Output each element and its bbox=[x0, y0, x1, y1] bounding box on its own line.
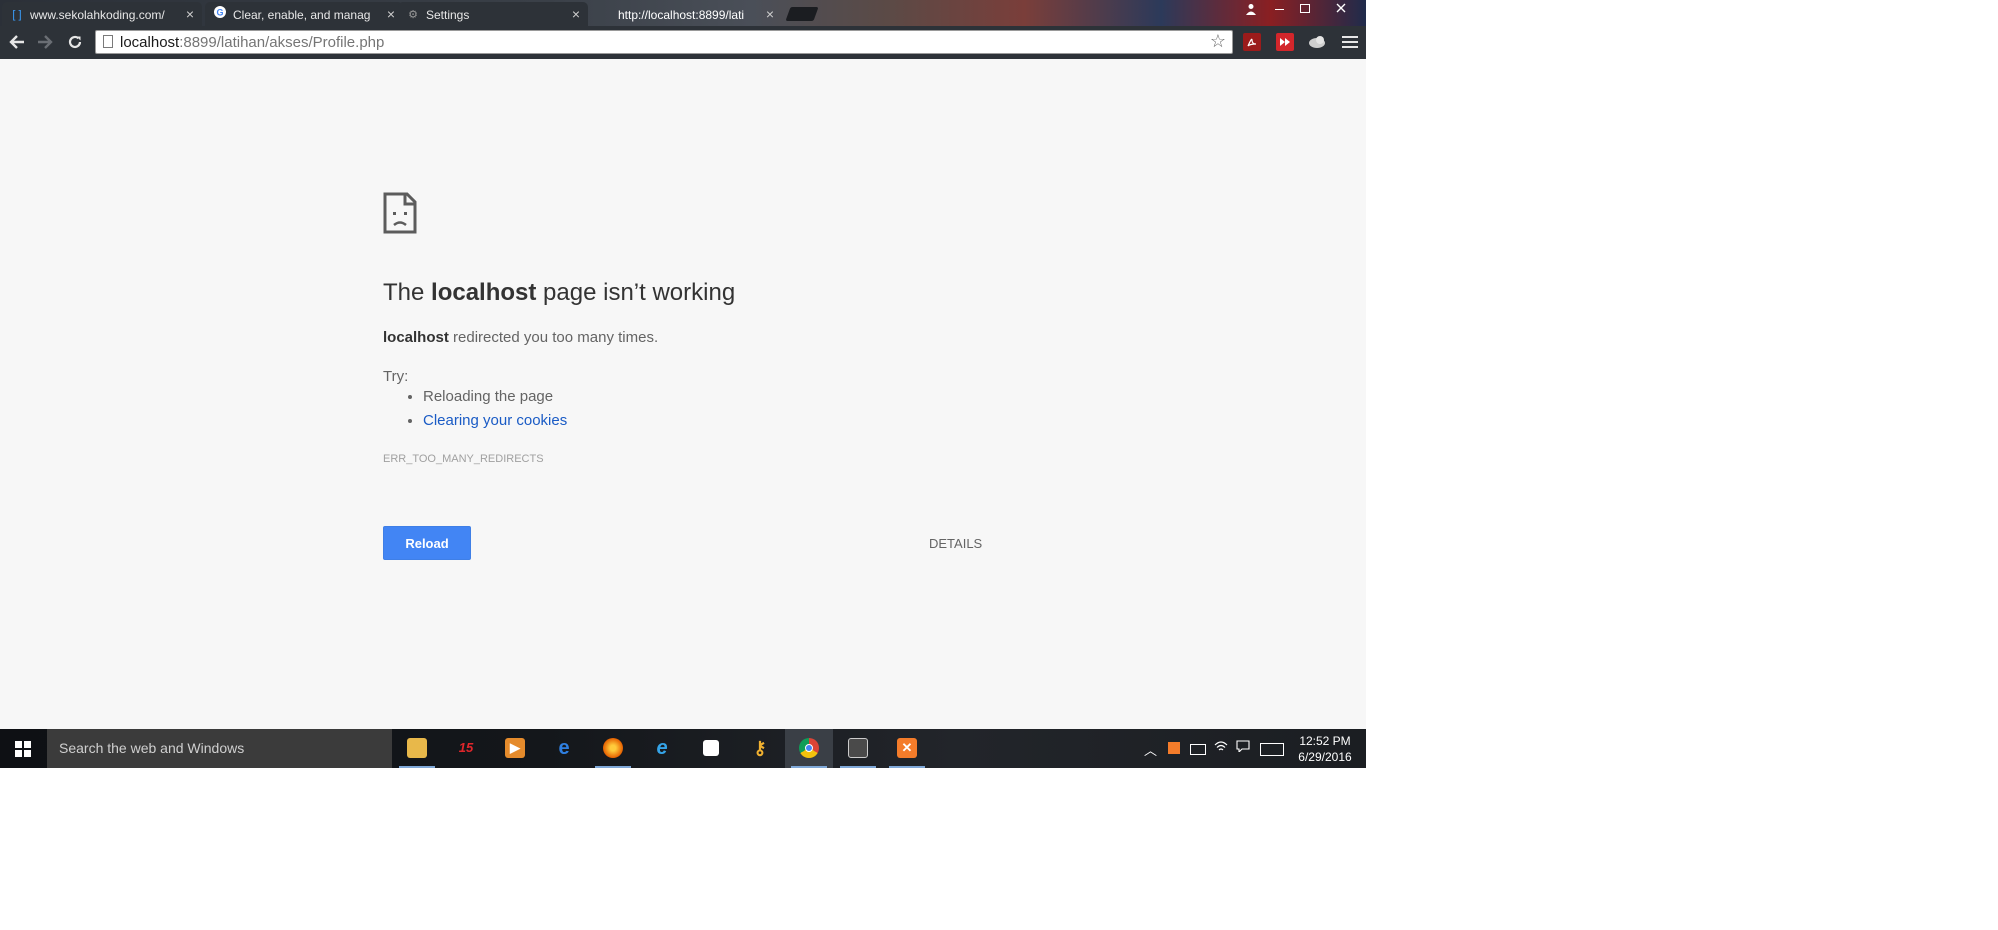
address-bar[interactable]: localhost:8899/latihan/akses/Profile.php… bbox=[95, 30, 1233, 54]
clock-date: 6/29/2016 bbox=[1298, 750, 1352, 764]
taskbar-app-15[interactable]: 15 bbox=[442, 729, 490, 768]
gear-icon: ⚙ bbox=[408, 8, 418, 21]
tab-clear-cookies[interactable]: G Clear, enable, and manag × bbox=[205, 2, 403, 26]
store-icon bbox=[703, 740, 719, 756]
xampp-tray-icon[interactable] bbox=[1168, 742, 1180, 754]
url-path: :8899/latihan/akses/Profile.php bbox=[179, 34, 385, 51]
file-explorer-icon bbox=[407, 738, 427, 758]
close-icon[interactable]: × bbox=[186, 2, 194, 26]
start-button[interactable] bbox=[0, 729, 47, 768]
close-icon[interactable]: × bbox=[572, 2, 580, 26]
taskbar-clock[interactable]: 12:52 PM 6/29/2016 bbox=[1296, 733, 1354, 765]
media-player-icon: ▶ bbox=[505, 738, 525, 758]
taskbar-store[interactable] bbox=[687, 729, 735, 768]
tab-title: Settings bbox=[426, 7, 470, 22]
close-icon[interactable]: × bbox=[387, 2, 395, 26]
error-description: localhost redirected you too many times. bbox=[383, 329, 658, 346]
clear-cookies-link[interactable]: Clearing your cookies bbox=[423, 412, 567, 429]
new-tab-button[interactable] bbox=[785, 7, 819, 21]
svg-text:G: G bbox=[216, 7, 223, 17]
taskbar-edge[interactable]: e bbox=[540, 729, 588, 768]
minimize-button[interactable] bbox=[1266, 0, 1292, 20]
reload-button[interactable]: Reload bbox=[383, 526, 471, 560]
url-host: localhost bbox=[120, 34, 180, 51]
suggestion-reload: Reloading the page bbox=[423, 385, 567, 409]
back-button[interactable] bbox=[6, 31, 28, 53]
page-content: The localhost page isn’t working localho… bbox=[0, 59, 1366, 729]
tab-title: www.sekolahkoding.com/ bbox=[30, 7, 165, 22]
keys-icon: ⚷ bbox=[753, 738, 767, 758]
user-profile-icon[interactable] bbox=[1238, 0, 1264, 20]
forward-button[interactable] bbox=[34, 31, 56, 53]
browser-titlebar: [ ] www.sekolahkoding.com/ × G Clear, enab… bbox=[0, 0, 1366, 26]
reload-page-button[interactable] bbox=[64, 31, 86, 53]
sublime-icon bbox=[848, 738, 868, 758]
show-hidden-icons-chevron-icon[interactable]: ︿ bbox=[1144, 740, 1157, 759]
sad-page-icon bbox=[383, 192, 417, 239]
reload-icon bbox=[68, 35, 82, 49]
desc-host: localhost bbox=[383, 329, 449, 346]
tab-title: http://localhost:8899/lati bbox=[618, 7, 745, 22]
taskbar-firefox[interactable] bbox=[589, 729, 637, 768]
windows-logo-icon bbox=[15, 741, 31, 757]
firefox-icon bbox=[603, 738, 623, 758]
desktop-screen: [ ] www.sekolahkoding.com/ × G Clear, enab… bbox=[0, 0, 1366, 768]
tab-settings[interactable]: ⚙ Settings × bbox=[398, 2, 588, 26]
title-suffix: page isn’t working bbox=[536, 279, 736, 306]
taskbar-sublime[interactable] bbox=[834, 729, 882, 768]
suggestions-list: Reloading the page Clearing your cookies bbox=[383, 385, 567, 433]
browser-toolbar: localhost:8899/latihan/akses/Profile.php… bbox=[0, 26, 1366, 59]
bookmark-star-icon[interactable]: ☆ bbox=[1210, 31, 1226, 52]
restore-button[interactable] bbox=[1292, 0, 1318, 20]
app-15-icon: 15 bbox=[458, 740, 474, 755]
taskbar-chrome[interactable] bbox=[785, 729, 833, 768]
taskbar-media-player[interactable]: ▶ bbox=[491, 729, 539, 768]
forward-arrow-icon bbox=[38, 35, 53, 49]
action-center-icon[interactable] bbox=[1236, 740, 1250, 755]
wifi-icon[interactable] bbox=[1214, 740, 1228, 755]
desc-text: redirected you too many times. bbox=[448, 329, 659, 346]
tab-sekolahkoding[interactable]: [ ] www.sekolahkoding.com/ × bbox=[2, 2, 202, 26]
xampp-icon: ✕ bbox=[897, 738, 917, 758]
taskbar-keys-app[interactable]: ⚷ bbox=[736, 729, 784, 768]
error-title: The localhost page isn’t working bbox=[383, 279, 735, 307]
media-extension-icon[interactable] bbox=[1276, 33, 1294, 51]
back-arrow-icon bbox=[9, 35, 24, 49]
bracket-favicon-icon: [ ] bbox=[12, 8, 22, 21]
close-icon[interactable]: × bbox=[766, 2, 774, 26]
keyboard-icon[interactable] bbox=[1260, 743, 1284, 756]
details-button[interactable]: DETAILS bbox=[929, 536, 982, 551]
taskbar-xampp[interactable]: ✕ bbox=[883, 729, 931, 768]
error-code: ERR_TOO_MANY_REDIRECTS bbox=[383, 453, 544, 465]
suggestion-clear-cookies: Clearing your cookies bbox=[423, 409, 567, 433]
google-favicon-icon: G bbox=[213, 3, 227, 26]
try-label: Try: bbox=[383, 368, 409, 385]
title-prefix: The bbox=[383, 279, 432, 306]
clock-time: 12:52 PM bbox=[1299, 734, 1351, 748]
battery-icon[interactable] bbox=[1190, 744, 1206, 755]
chrome-icon bbox=[799, 738, 819, 758]
internet-explorer-icon: e bbox=[656, 737, 668, 759]
tab-title: Clear, enable, and manag bbox=[233, 7, 371, 22]
edge-icon: e bbox=[558, 737, 570, 759]
title-host: localhost bbox=[431, 279, 537, 306]
tab-localhost[interactable]: http://localhost:8899/lati × bbox=[592, 2, 782, 26]
acrobat-extension-icon[interactable] bbox=[1243, 33, 1261, 51]
taskbar-file-explorer[interactable] bbox=[393, 729, 441, 768]
windows-taskbar: Search the web and Windows 15 ▶ e e ⚷ ✕ … bbox=[0, 729, 1366, 768]
close-window-button[interactable] bbox=[1328, 0, 1354, 20]
search-placeholder: Search the web and Windows bbox=[59, 740, 245, 756]
taskbar-internet-explorer[interactable]: e bbox=[638, 729, 686, 768]
taskbar-search-box[interactable]: Search the web and Windows bbox=[47, 729, 392, 768]
cloud-extension-icon[interactable] bbox=[1308, 33, 1326, 51]
page-icon bbox=[103, 35, 113, 48]
chrome-menu-icon[interactable] bbox=[1342, 33, 1358, 49]
